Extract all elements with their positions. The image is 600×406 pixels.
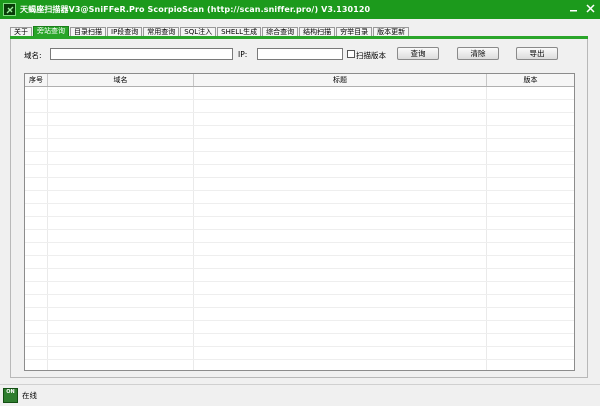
status-bar: ON 在线 — [0, 384, 600, 406]
ip-input[interactable] — [257, 48, 343, 60]
close-icon[interactable] — [585, 3, 596, 14]
clear-button[interactable]: 清除 — [457, 47, 499, 60]
window-title: 天蝎座扫描器V3@SniFFeR.Pro ScorpioScan (http:/… — [20, 5, 371, 14]
title-bar[interactable]: 天蝎座扫描器V3@SniFFeR.Pro ScorpioScan (http:/… — [0, 0, 600, 19]
scorpion-icon — [3, 3, 16, 16]
scan-version-checkbox[interactable] — [347, 50, 355, 58]
export-button[interactable]: 导出 — [516, 47, 558, 60]
minimize-icon[interactable] — [568, 3, 579, 14]
domain-label: 域名: — [24, 51, 42, 60]
online-icon: ON — [3, 388, 18, 403]
results-table[interactable]: 序号 域名 标题 版本 — [24, 73, 575, 371]
ip-label: IP: — [238, 50, 248, 59]
domain-input[interactable] — [50, 48, 233, 60]
column-version[interactable]: 版本 — [487, 74, 574, 86]
column-title[interactable]: 标题 — [194, 74, 487, 86]
side-site-query-panel: 域名: IP: 扫描版本 查询 清除 导出 序号 域名 标题 版本 — [10, 39, 588, 378]
column-index[interactable]: 序号 — [25, 74, 48, 86]
scan-version-label: 扫描版本 — [356, 51, 386, 60]
status-text: 在线 — [22, 391, 37, 400]
query-button[interactable]: 查询 — [397, 47, 439, 60]
table-body[interactable] — [25, 87, 574, 370]
column-domain[interactable]: 域名 — [48, 74, 194, 86]
table-header: 序号 域名 标题 版本 — [25, 74, 574, 87]
